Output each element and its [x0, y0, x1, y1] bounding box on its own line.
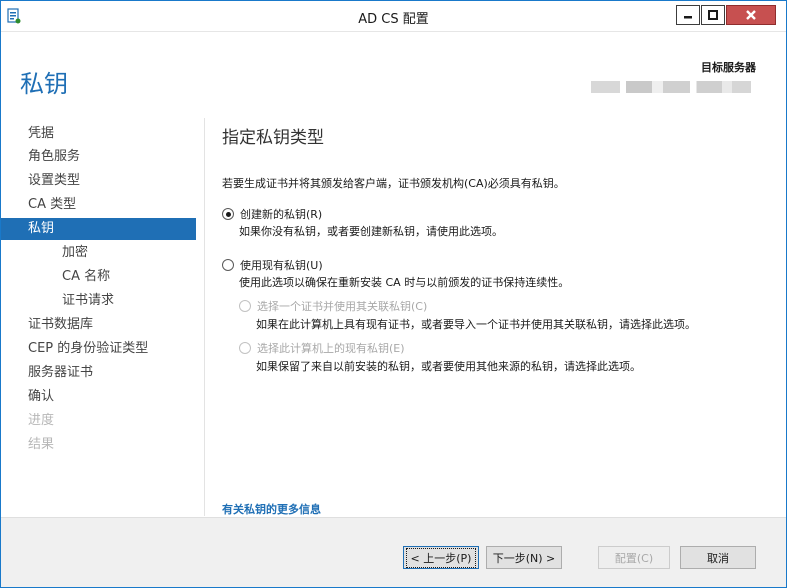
suboption-select-existing-key: 选择此计算机上的现有私钥(E): [239, 340, 405, 356]
nav-progress: 进度: [28, 413, 55, 428]
option-create-new-key-label: 创建新的私钥(R): [240, 208, 323, 221]
back-button-label: < 上一步(P): [405, 547, 477, 568]
suboption-select-existing-key-description: 如果保留了来自以前安装的私钥，或者要使用其他来源的私钥，请选择此选项。: [256, 360, 641, 373]
content-heading: 指定私钥类型: [222, 128, 324, 148]
target-server-value-redacted: [591, 81, 751, 93]
close-button[interactable]: [726, 5, 776, 25]
nav-ca-name[interactable]: CA 名称: [1, 266, 196, 288]
maximize-button[interactable]: [701, 5, 725, 25]
option-create-new-key-description: 如果你没有私钥，或者要创建新私钥，请使用此选项。: [239, 225, 503, 238]
option-create-new-key[interactable]: 创建新的私钥(R): [222, 206, 322, 222]
nav-confirmation[interactable]: 确认: [1, 386, 196, 408]
nav-ca-type[interactable]: CA 类型: [1, 194, 196, 216]
back-button[interactable]: < 上一步(P): [403, 546, 479, 569]
maximize-icon: [708, 10, 718, 20]
target-server-label: 目标服务器: [701, 61, 756, 74]
nav-server-certificate[interactable]: 服务器证书: [1, 362, 196, 384]
ad-cs-config-window: AD CS 配置 私钥 目标服务器 凭据 角色服务 设置类型 CA 类型 私钥 …: [0, 0, 787, 588]
option-use-existing-key-description: 使用此选项以确保在重新安装 CA 时与以前颁发的证书保持连续性。: [239, 276, 570, 289]
nav-certificate-database[interactable]: 证书数据库: [1, 314, 196, 336]
nav-credentials[interactable]: 凭据: [1, 123, 196, 145]
option-use-existing-key[interactable]: 使用现有私钥(U): [222, 257, 323, 273]
title-bar: AD CS 配置: [1, 1, 786, 32]
more-info-link[interactable]: 有关私钥的更多信息: [222, 501, 321, 517]
next-button[interactable]: 下一步(N) >: [486, 546, 562, 569]
radio-unselected-icon[interactable]: [222, 259, 234, 271]
configure-button: 配置(C): [598, 546, 670, 569]
nav-cep-auth-type[interactable]: CEP 的身份验证类型: [1, 338, 196, 360]
sidebar-divider: [204, 118, 205, 516]
nav-certificate-request[interactable]: 证书请求: [1, 290, 196, 312]
nav-setup-type[interactable]: 设置类型: [1, 170, 196, 192]
suboption-select-certificate-description: 如果在此计算机上具有现有证书，或者要导入一个证书并使用其关联私钥，请选择此选项。: [256, 318, 696, 331]
page-title: 私钥: [20, 70, 68, 98]
minimize-icon: [684, 16, 692, 19]
intro-text: 若要生成证书并将其颁发给客户端，证书颁发机构(CA)必须具有私钥。: [222, 177, 565, 190]
cancel-button[interactable]: 取消: [680, 546, 756, 569]
suboption-select-certificate-label: 选择一个证书并使用其关联私钥(C): [257, 300, 428, 313]
suboption-select-existing-key-label: 选择此计算机上的现有私钥(E): [257, 342, 405, 355]
radio-disabled-icon: [239, 342, 251, 354]
nav-cryptography[interactable]: 加密: [1, 242, 196, 264]
suboption-select-certificate: 选择一个证书并使用其关联私钥(C): [239, 298, 427, 314]
nav-results: 结果: [28, 437, 55, 452]
minimize-button[interactable]: [676, 5, 700, 25]
close-icon: [746, 10, 756, 20]
window-title: AD CS 配置: [358, 12, 429, 27]
nav-role-services[interactable]: 角色服务: [1, 146, 196, 168]
radio-disabled-icon: [239, 300, 251, 312]
nav-private-key[interactable]: 私钥: [1, 218, 196, 240]
radio-selected-icon[interactable]: [222, 208, 234, 220]
option-use-existing-key-label: 使用现有私钥(U): [240, 259, 323, 272]
